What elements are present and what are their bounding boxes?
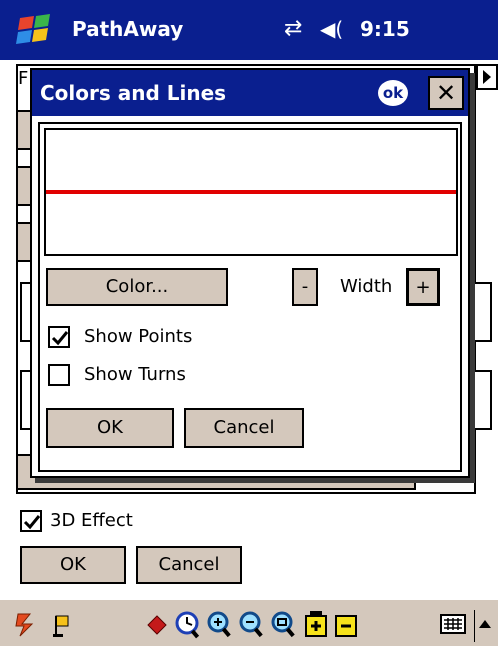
app-name: PathAway <box>72 17 184 41</box>
lightning-tools-icon[interactable] <box>14 610 42 642</box>
dialog-ok-button[interactable]: OK <box>46 408 174 448</box>
width-decrease-button[interactable]: - <box>292 268 318 306</box>
title-bar: PathAway ⇄ ◀( 9:15 <box>0 0 498 60</box>
background-cancel-button[interactable]: Cancel <box>136 546 242 584</box>
width-increase-button[interactable]: + <box>406 268 440 306</box>
command-bar <box>0 598 498 646</box>
dialog-close-button[interactable]: ✕ <box>428 76 464 110</box>
dialog-ok-badge[interactable]: ok <box>378 80 408 106</box>
show-points-checkbox[interactable] <box>48 326 70 348</box>
checkmark-icon <box>23 515 41 530</box>
checkmark-icon <box>51 331 69 346</box>
width-label: Width <box>340 276 393 297</box>
three-d-effect-label: 3D Effect <box>50 510 133 531</box>
show-points-label: Show Points <box>84 326 193 347</box>
speaker-volume-icon[interactable]: ◀( <box>320 16 343 42</box>
zoom-in-icon[interactable] <box>206 610 234 644</box>
clock-search-icon[interactable] <box>174 610 202 644</box>
colors-and-lines-dialog: Colors and Lines ok ✕ Color... - Width +… <box>30 68 470 478</box>
scroll-right-arrow-icon[interactable] <box>476 64 498 90</box>
dialog-title-bar: Colors and Lines ok ✕ <box>32 70 468 116</box>
background-group <box>472 282 492 342</box>
sip-arrow-up-icon[interactable] <box>474 610 496 642</box>
zoom-fit-icon[interactable] <box>270 610 298 644</box>
clock-time[interactable]: 9:15 <box>360 14 410 44</box>
background-ok-button[interactable]: OK <box>20 546 126 584</box>
show-turns-checkbox[interactable] <box>48 364 70 386</box>
zoom-out-icon[interactable] <box>238 610 266 644</box>
three-d-effect-checkbox[interactable] <box>20 510 42 532</box>
flag-waypoint-icon[interactable] <box>52 614 74 642</box>
windows-start-flag-icon[interactable] <box>14 10 60 50</box>
background-frame-glyph: F <box>18 68 29 89</box>
color-button[interactable]: Color... <box>46 268 228 306</box>
dialog-title: Colors and Lines <box>40 81 227 105</box>
background-group <box>472 370 492 430</box>
line-preview <box>44 128 458 256</box>
connectivity-arrows-icon[interactable]: ⇄ <box>284 16 302 42</box>
zoom-in-box-icon[interactable] <box>304 610 328 642</box>
line-sample <box>46 190 456 194</box>
dialog-cancel-button[interactable]: Cancel <box>184 408 304 448</box>
dialog-body: Color... - Width + Show Points Show Turn… <box>38 122 462 472</box>
show-turns-label: Show Turns <box>84 364 186 385</box>
keyboard-icon[interactable] <box>440 614 466 640</box>
diamond-marker-icon[interactable] <box>146 614 168 640</box>
zoom-out-box-icon[interactable] <box>334 612 358 642</box>
